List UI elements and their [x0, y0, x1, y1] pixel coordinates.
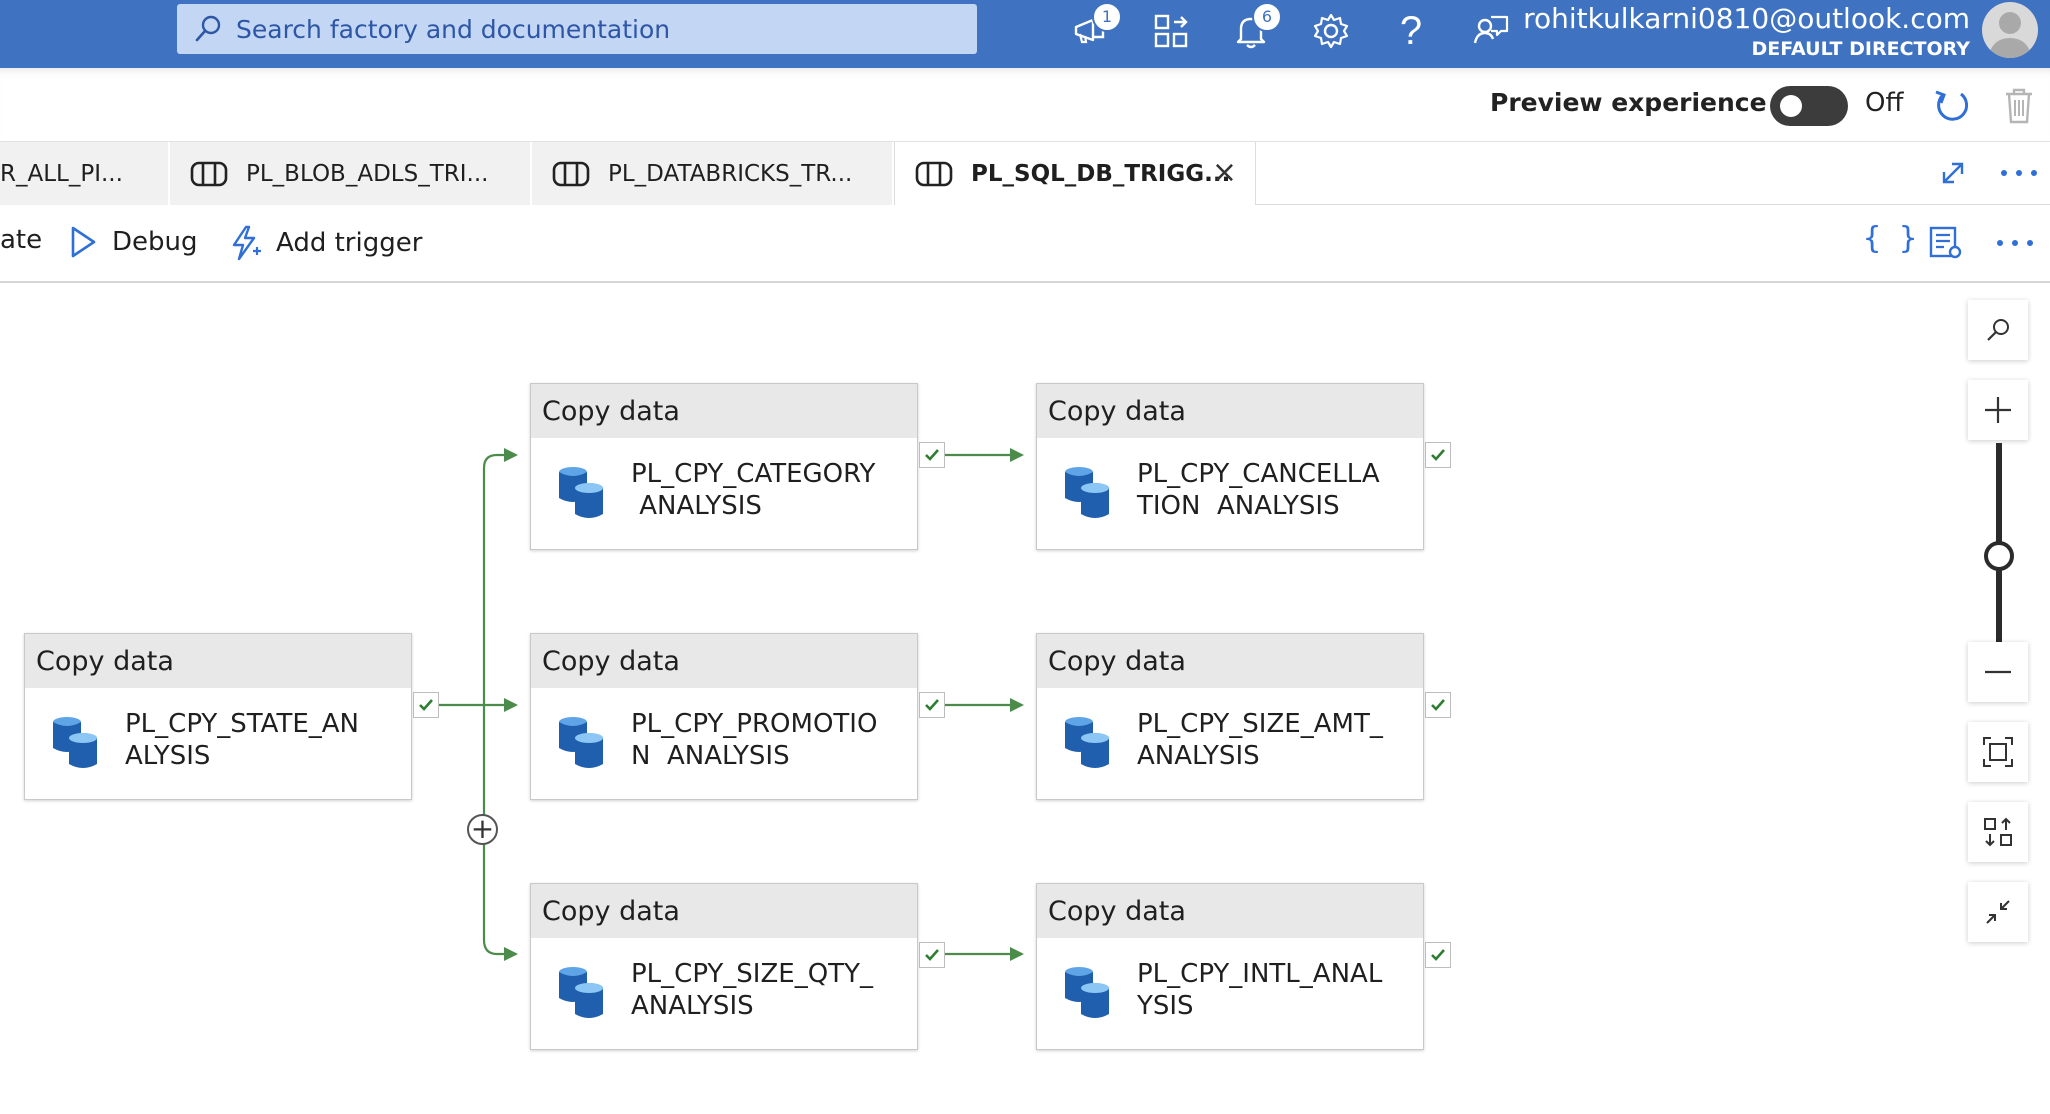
- activity-cancellation-analysis[interactable]: Copy data PL_CPY_CANCELLA TION ANALYSIS: [1036, 383, 1424, 550]
- copy-data-icon: [559, 467, 603, 518]
- activity-name: PL_CPY_CATEGORY ANALYSIS: [631, 459, 876, 521]
- plus-icon: [1985, 397, 2011, 423]
- copy-data-icon: [559, 967, 603, 1018]
- activity-state-analysis[interactable]: Copy data PL_CPY_STATE_AN ALYSIS: [24, 633, 412, 800]
- canvas-search-button[interactable]: [1968, 300, 2028, 360]
- auto-align-icon: [1984, 817, 2012, 847]
- activity-name: PL_CPY_PROMOTIO N ANALYSIS: [631, 709, 878, 771]
- fit-to-screen-button[interactable]: [1968, 722, 2028, 782]
- zoom-in-button[interactable]: [1968, 380, 2028, 440]
- activity-name: PL_CPY_STATE_AN ALYSIS: [125, 709, 359, 771]
- collapse-canvas-button[interactable]: [1968, 882, 2028, 942]
- success-check-icon[interactable]: [919, 442, 945, 468]
- connector-branch-vertical: [482, 448, 518, 469]
- activity-type: Copy data: [531, 384, 917, 438]
- success-check-icon[interactable]: [413, 692, 439, 718]
- activity-intl-analysis[interactable]: Copy data PL_CPY_INTL_ANAL YSIS: [1036, 883, 1424, 1050]
- copy-data-icon: [559, 717, 603, 768]
- connector-lines: [439, 448, 1024, 961]
- activity-size-amt-analysis[interactable]: Copy data PL_CPY_SIZE_AMT_ ANALYSIS: [1036, 633, 1424, 800]
- copy-data-icon: [1065, 467, 1109, 518]
- minus-icon: [1985, 670, 2011, 674]
- activity-type: Copy data: [1037, 884, 1423, 938]
- activity-name: PL_CPY_SIZE_AMT_ ANALYSIS: [1137, 709, 1383, 771]
- copy-data-icon: [1065, 717, 1109, 768]
- success-check-icon[interactable]: [1425, 942, 1451, 968]
- success-check-icon[interactable]: [919, 942, 945, 968]
- connector-to-size-qty: [482, 939, 518, 961]
- search-icon: [1987, 319, 2009, 341]
- activity-name: PL_CPY_SIZE_QTY_ ANALYSIS: [631, 959, 873, 1021]
- collapse-icon: [1986, 900, 2010, 924]
- copy-data-icon: [1065, 967, 1109, 1018]
- activity-size-qty-analysis[interactable]: Copy data PL_CPY_SIZE_QTY_ ANALYSIS: [530, 883, 918, 1050]
- activity-name: PL_CPY_INTL_ANAL YSIS: [1137, 959, 1383, 1021]
- activity-type: Copy data: [1037, 634, 1423, 688]
- fit-screen-icon: [1983, 737, 2013, 767]
- activity-promotion-analysis[interactable]: Copy data PL_CPY_PROMOTIO N ANALYSIS: [530, 633, 918, 800]
- zoom-out-button[interactable]: [1968, 642, 2028, 702]
- success-check-icon[interactable]: [1425, 692, 1451, 718]
- activity-type: Copy data: [531, 884, 917, 938]
- auto-align-button[interactable]: [1968, 802, 2028, 862]
- copy-data-icon: [53, 717, 97, 768]
- activity-type: Copy data: [1037, 384, 1423, 438]
- activity-category-analysis[interactable]: Copy data PL_CPY_CATEGORY ANALYSIS: [530, 383, 918, 550]
- activity-type: Copy data: [25, 634, 411, 688]
- add-activity-button[interactable]: +: [467, 814, 498, 845]
- success-check-icon[interactable]: [919, 692, 945, 718]
- zoom-slider-handle[interactable]: [1984, 541, 2014, 571]
- success-check-icon[interactable]: [1425, 442, 1451, 468]
- activity-type: Copy data: [531, 634, 917, 688]
- activity-name: PL_CPY_CANCELLA TION ANALYSIS: [1137, 459, 1380, 521]
